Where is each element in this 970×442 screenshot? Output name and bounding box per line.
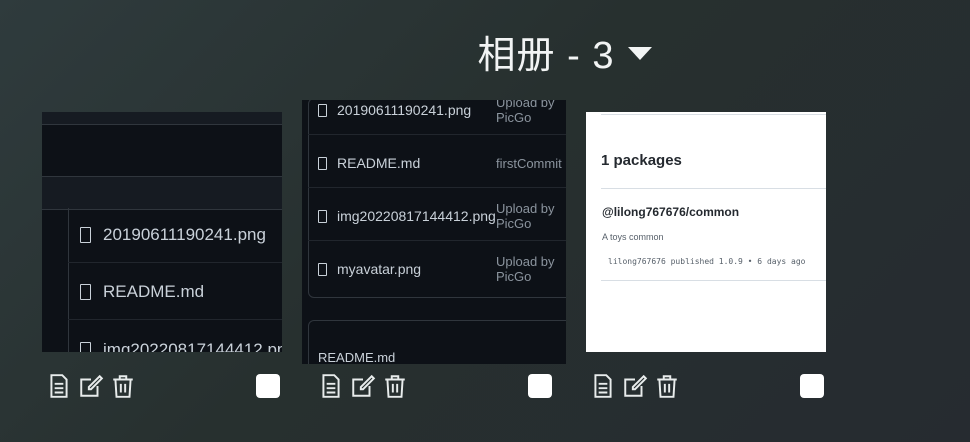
file-icon <box>80 227 91 243</box>
edit-icon[interactable] <box>350 373 376 399</box>
album-header: 相册 - 3 <box>0 24 970 79</box>
image-thumbnail-1[interactable]: 20190611190241.png README.md img20220817… <box>42 112 282 352</box>
file-icon <box>80 342 91 352</box>
list-item: img20220817144412.png Upload by PicGo <box>318 201 566 231</box>
file-icon <box>318 209 327 223</box>
list-item: README.md firstCommit <box>318 155 566 171</box>
document-icon[interactable] <box>318 373 344 399</box>
document-icon[interactable] <box>590 373 616 399</box>
file-icon <box>318 156 327 170</box>
trash-icon[interactable] <box>382 373 408 399</box>
album-title: 相册 - 3 <box>477 35 615 77</box>
package-description: A toys common <box>602 232 664 242</box>
image-thumbnail-2[interactable]: 20190611190241.png Upload by PicGo READM… <box>302 100 566 364</box>
select-checkbox-1[interactable] <box>256 374 280 398</box>
file-icon <box>318 262 327 276</box>
edit-icon[interactable] <box>622 373 648 399</box>
trash-icon[interactable] <box>654 373 680 399</box>
list-item: myavatar.png Upload by PicGo <box>318 254 566 284</box>
album-selector[interactable]: 相册 - 3 <box>478 24 653 79</box>
file-icon <box>80 284 91 300</box>
package-name: @lilong767676/common <box>602 205 740 219</box>
select-checkbox-3[interactable] <box>800 374 824 398</box>
package-meta: lilong767676 published 1.0.9 • 6 days ag… <box>608 257 806 266</box>
list-item: 20190611190241.png Upload by PicGo <box>318 100 566 125</box>
card-3-toolbar <box>590 373 686 399</box>
image-thumbnail-3[interactable]: 1 packages @lilong767676/common A toys c… <box>586 112 826 352</box>
card-2-toolbar <box>318 373 414 399</box>
document-icon[interactable] <box>46 373 72 399</box>
edit-icon[interactable] <box>78 373 104 399</box>
packages-heading: 1 packages <box>601 152 682 169</box>
list-item: README.md <box>80 282 204 302</box>
select-checkbox-2[interactable] <box>528 374 552 398</box>
readme-label: README.md <box>318 350 396 364</box>
file-icon <box>318 103 327 117</box>
list-item: 20190611190241.png <box>80 225 266 245</box>
card-1-toolbar <box>46 373 142 399</box>
trash-icon[interactable] <box>110 373 136 399</box>
list-item: img20220817144412.png <box>80 340 282 352</box>
caret-down-icon <box>628 47 653 60</box>
